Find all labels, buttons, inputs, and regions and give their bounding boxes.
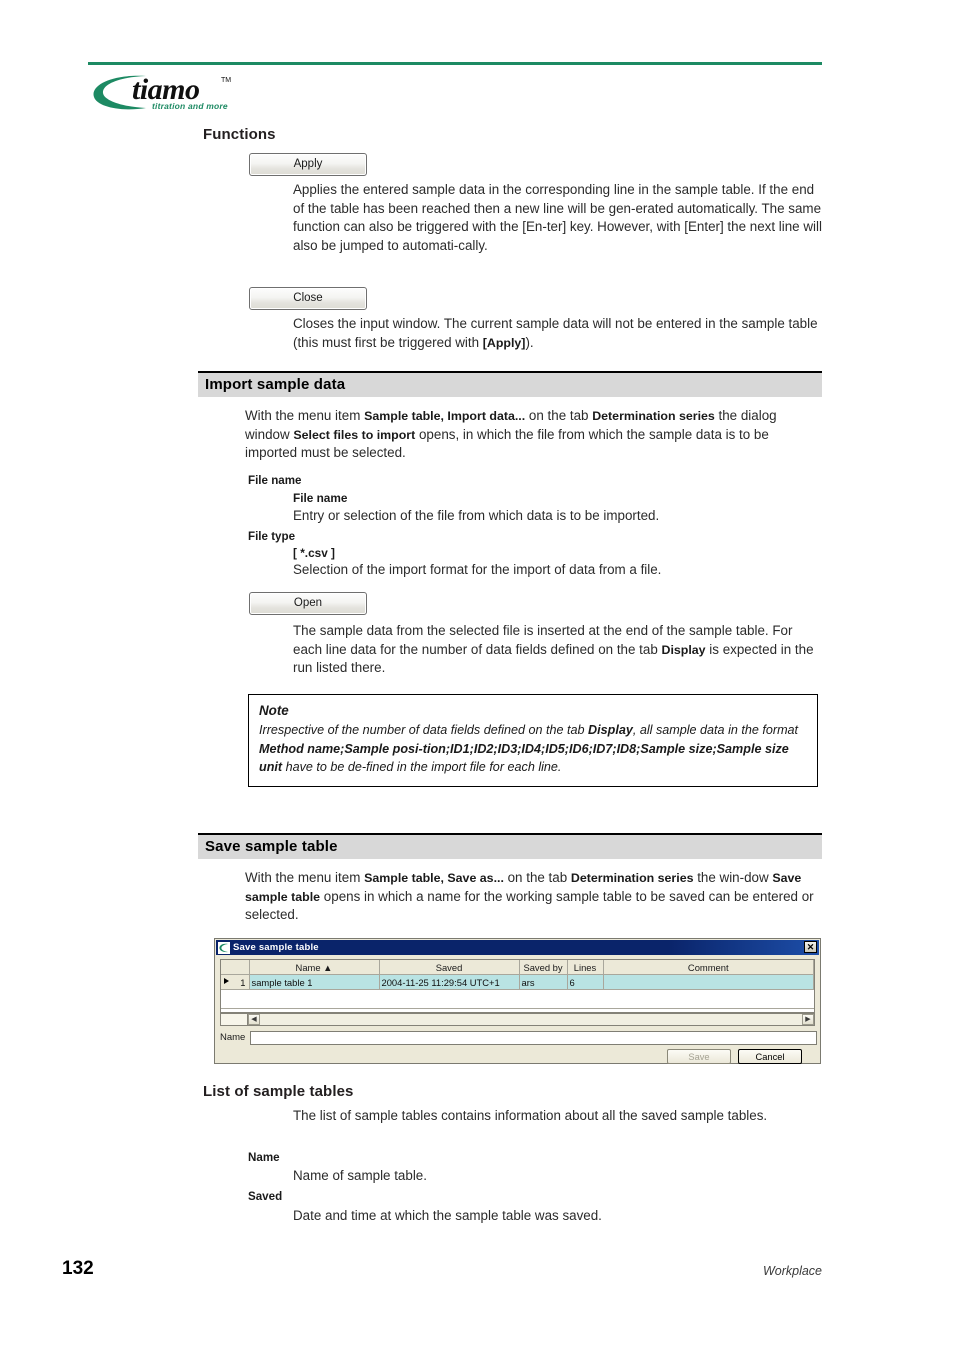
dialog-save-button[interactable]: Save: [667, 1049, 731, 1064]
open-description: The sample data from the selected file i…: [293, 622, 823, 678]
save-intro-4: opens in which a name for the working sa…: [245, 888, 814, 923]
table-row[interactable]: 1 sample table 1 2004-11-25 11:29:54 UTC…: [221, 974, 814, 990]
grid-col-index[interactable]: [221, 960, 250, 975]
note-format-ref-1: Method name;Sample posi-: [259, 741, 423, 756]
list-of-sample-tables-heading: List of sample tables: [203, 1083, 354, 1100]
grid-col-saved[interactable]: Saved: [379, 960, 520, 975]
grid-col-saved-by[interactable]: Saved by: [519, 960, 568, 975]
name-field-row: Name: [220, 1030, 817, 1045]
row-lines[interactable]: 6: [567, 974, 604, 990]
name-input[interactable]: [250, 1030, 817, 1045]
name-field-description: Name of sample table.: [293, 1168, 427, 1183]
row-saved-by[interactable]: ars: [519, 974, 568, 990]
save-tab-ref: Determination series: [570, 871, 694, 885]
grid-col-comment[interactable]: Comment: [603, 960, 814, 975]
scroll-right-icon[interactable]: ▶: [802, 1014, 814, 1025]
close-description-apply-ref: [Apply]: [482, 335, 526, 350]
row-saved[interactable]: 2004-11-25 11:29:54 UTC+1: [379, 974, 520, 990]
dialog-ref: Select files to import: [293, 427, 416, 442]
page-number: 132: [62, 1258, 94, 1279]
section-band-save-sample-table: Save sample table: [198, 833, 822, 859]
tiamo-mark-icon: [218, 941, 230, 954]
close-button[interactable]: Close: [249, 287, 367, 310]
file-name-heading: File name: [248, 474, 302, 487]
note-title: Note: [259, 703, 289, 718]
chapter-label: Workplace: [762, 1264, 822, 1278]
close-icon[interactable]: ✕: [804, 941, 817, 953]
save-intro-3: the win-dow: [693, 870, 773, 885]
row-caret-icon: [224, 978, 229, 984]
grid-header-row: Name ▲ Saved Saved by Lines Comment: [221, 960, 814, 975]
grid-empty-row: [221, 989, 814, 1009]
file-name-description: Entry or selection of the file from whic…: [293, 508, 660, 523]
file-type-heading: File type: [248, 530, 296, 543]
functions-heading: Functions: [203, 126, 276, 143]
note-text-2: , all sample data in the format: [632, 723, 799, 738]
display-tab-ref: Display: [661, 642, 706, 657]
row-index-value: 1: [240, 976, 246, 988]
name-label: Name: [220, 1032, 246, 1043]
apply-description: Applies the entered sample data in the c…: [293, 182, 822, 253]
row-comment[interactable]: [603, 974, 814, 990]
note-display-ref: Display: [588, 723, 633, 738]
svg-text:titration and more: titration and more: [152, 101, 228, 111]
header-rule: [88, 62, 822, 65]
grid-col-lines[interactable]: Lines: [567, 960, 604, 975]
menu-item-ref: Sample table, Import data...: [364, 409, 526, 423]
open-button[interactable]: Open: [249, 592, 367, 615]
dialog-title-bar: Save sample table ✕: [216, 940, 819, 955]
file-type-option: [ *.csv ]: [293, 546, 335, 560]
list-of-sample-tables-description: The list of sample tables contains infor…: [293, 1108, 768, 1123]
import-intro-paragraph: With the menu item Sample table, Import …: [245, 407, 823, 463]
grid-col-name[interactable]: Name ▲: [249, 960, 380, 975]
saved-field-heading: Saved: [248, 1190, 283, 1203]
close-description-pre: Closes the input window. The current sam…: [293, 316, 818, 350]
note-text-3: have to be de-fined in the import file f…: [282, 760, 562, 775]
file-type-description: Selection of the import format for the i…: [293, 562, 662, 577]
apply-button[interactable]: Apply: [249, 153, 367, 176]
tiamo-logo: tiamo TM titration and more: [88, 68, 248, 116]
save-sample-table-dialog: Save sample table ✕ Name ▲ Saved Saved b…: [214, 938, 821, 1064]
import-intro-1: With the menu item: [245, 408, 365, 423]
file-name-subheading: File name: [293, 491, 348, 505]
tab-ref: Determination series: [592, 409, 715, 423]
dialog-cancel-button[interactable]: Cancel: [738, 1049, 802, 1064]
row-index: 1: [221, 974, 250, 990]
row-name[interactable]: sample table 1: [249, 974, 380, 990]
save-intro-2: on the tab: [503, 870, 571, 885]
saved-field-description: Date and time at which the sample table …: [293, 1208, 602, 1223]
sample-table-grid[interactable]: Name ▲ Saved Saved by Lines Comment 1 sa…: [220, 959, 815, 1013]
import-intro-2: on the tab: [525, 408, 593, 423]
section-title-save-sample-table: Save sample table: [205, 838, 338, 855]
dialog-title-text: Save sample table: [233, 942, 319, 953]
close-description: Closes the input window. The current sam…: [293, 315, 823, 352]
horizontal-scrollbar[interactable]: ◀ ▶: [220, 1013, 815, 1026]
save-intro-1: With the menu item: [245, 870, 365, 885]
save-intro-paragraph: With the menu item Sample table, Save as…: [245, 869, 823, 925]
save-menu-item-ref: Sample table, Save as...: [364, 871, 504, 885]
note-text-1: Irrespective of the number of data field…: [259, 723, 589, 738]
section-band-import-sample-data: Import sample data: [198, 371, 822, 397]
scrollbar-corner: [221, 1014, 248, 1025]
section-title-import-sample-data: Import sample data: [205, 376, 346, 393]
note-box: Note Irrespective of the number of data …: [248, 694, 818, 787]
name-field-heading: Name: [248, 1151, 280, 1164]
scroll-left-icon[interactable]: ◀: [248, 1014, 260, 1025]
close-description-post: ).: [525, 334, 534, 350]
svg-text:TM: TM: [221, 77, 231, 84]
